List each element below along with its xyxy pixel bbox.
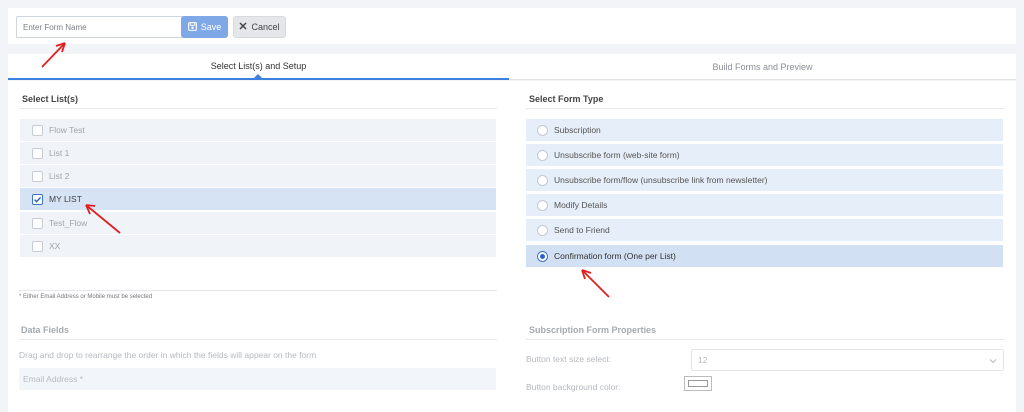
tab-build-forms[interactable]: Build Forms and Preview: [509, 54, 1016, 80]
form-type-option[interactable]: Unsubscribe form (web-site form): [526, 144, 1003, 166]
text-size-value: 12: [698, 355, 708, 365]
list-item-label: XX: [49, 241, 61, 251]
save-icon: [187, 21, 197, 33]
cancel-button-label: Cancel: [251, 22, 280, 32]
form-type-option[interactable]: Unsubscribe form/flow (unsubscribe link …: [526, 169, 1003, 191]
text-size-select[interactable]: 12: [691, 349, 1004, 371]
wizard-tabs: Select List(s) and Setup Build Forms and…: [8, 54, 1016, 80]
form-toolbar: Save Cancel: [8, 8, 1016, 44]
properties-title: Subscription Form Properties: [529, 325, 657, 335]
checkmark-icon: [34, 196, 42, 203]
form-type-option[interactable]: Subscription: [526, 119, 1003, 141]
form-type-label: Send to Friend: [554, 225, 610, 235]
form-type-section-title: Select Form Type: [529, 94, 604, 104]
divider: [526, 108, 1004, 109]
radio-dot-icon: [540, 253, 545, 259]
checkbox[interactable]: [32, 170, 43, 182]
checkbox[interactable]: [32, 217, 43, 229]
divider: [526, 339, 1004, 340]
form-type-option[interactable]: Modify Details: [526, 194, 1003, 216]
form-type-label: Unsubscribe form/flow (unsubscribe link …: [554, 175, 768, 185]
form-type-option[interactable]: Send to Friend: [526, 219, 1003, 241]
divider: [19, 108, 497, 109]
tab-select-lists[interactable]: Select List(s) and Setup: [8, 54, 509, 80]
list-item[interactable]: List 1: [20, 142, 496, 164]
text-size-label: Button text size select:: [526, 354, 612, 364]
cancel-button[interactable]: Cancel: [233, 16, 286, 38]
list-item-label: MY LIST: [49, 194, 82, 204]
checkbox[interactable]: [32, 124, 43, 136]
data-field-item[interactable]: Email Address *: [19, 368, 496, 390]
list-item-label: List 2: [49, 171, 70, 181]
list-item[interactable]: Flow Test: [20, 119, 496, 141]
list-item[interactable]: MY LIST: [20, 188, 496, 210]
radio-button[interactable]: [537, 224, 548, 236]
radio-button[interactable]: [537, 250, 548, 262]
save-button-label: Save: [200, 22, 222, 32]
data-fields-hint: Drag and drop to rearrange the order in …: [19, 350, 317, 360]
form-type-label: Confirmation form (One per List): [554, 251, 676, 261]
tab-label: Select List(s) and Setup: [210, 61, 307, 71]
data-fields-title: Data Fields: [21, 325, 70, 335]
radio-button[interactable]: [537, 149, 548, 161]
checkbox[interactable]: [32, 193, 43, 205]
setup-panel: Select List(s) Flow Test List 1 List 2 M…: [8, 81, 1016, 412]
radio-button[interactable]: [537, 124, 548, 136]
list-item-label: Test_Flow: [49, 218, 88, 228]
radio-button[interactable]: [537, 199, 548, 211]
chevron-down-icon: [989, 359, 997, 364]
bg-color-picker[interactable]: [684, 376, 712, 391]
email-mobile-note: * Either Email Address or Mobile must be…: [19, 294, 153, 300]
list-item[interactable]: XX: [20, 235, 496, 257]
form-type-label: Subscription: [554, 125, 601, 135]
tab-label: Build Forms and Preview: [712, 61, 813, 72]
lists-section-title: Select List(s): [22, 94, 79, 104]
close-icon: [239, 22, 248, 32]
checkbox[interactable]: [32, 240, 43, 252]
save-button[interactable]: Save: [181, 16, 228, 38]
divider: [19, 290, 497, 291]
tab-caret-icon: [254, 74, 262, 78]
list-item-label: List 1: [49, 148, 70, 158]
radio-button[interactable]: [537, 174, 548, 186]
form-name-input[interactable]: [16, 16, 184, 38]
form-type-option[interactable]: Confirmation form (One per List): [526, 245, 1003, 267]
list-item[interactable]: List 2: [20, 165, 496, 187]
list-item[interactable]: Test_Flow: [20, 212, 496, 234]
bg-color-label: Button background color:: [526, 382, 621, 392]
checkbox[interactable]: [32, 147, 43, 159]
color-swatch-inner: [688, 380, 708, 387]
list-item-label: Flow Test: [49, 125, 85, 135]
form-type-label: Modify Details: [554, 200, 608, 210]
form-type-label: Unsubscribe form (web-site form): [554, 150, 680, 160]
divider: [19, 339, 497, 340]
data-field-label: Email Address *: [23, 374, 83, 384]
